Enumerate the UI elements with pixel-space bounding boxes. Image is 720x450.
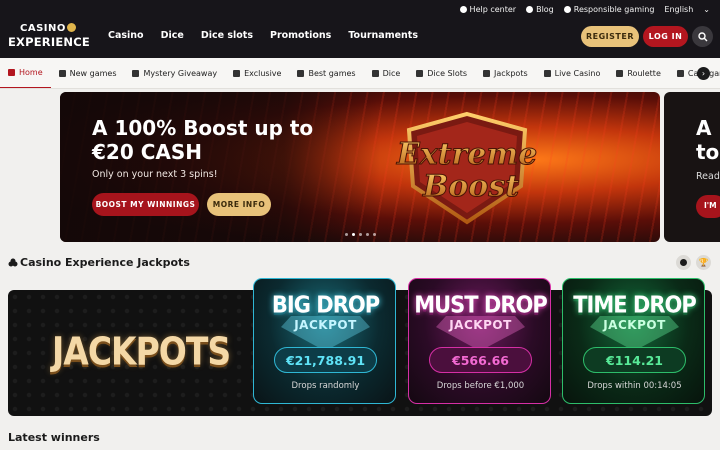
cat-dice-slots[interactable]: Dice Slots [408, 58, 475, 88]
cat-roulette[interactable]: Roulette [608, 58, 669, 88]
nav-dice[interactable]: Dice [161, 30, 184, 41]
login-button[interactable]: LOG IN [643, 26, 688, 47]
help-icon [459, 5, 467, 13]
chevron-right-icon: › [701, 69, 706, 78]
logo-line2: EXPERIENCE [8, 35, 90, 49]
dice-slot-icon [416, 69, 424, 77]
register-button[interactable]: REGISTER [581, 26, 639, 47]
chevron-down-icon: ⌄ [703, 4, 710, 14]
new-icon [58, 69, 66, 77]
nav-promotions[interactable]: Promotions [270, 30, 331, 41]
coin-icon [680, 259, 687, 266]
trophy-icon: 🏆 [698, 257, 709, 267]
utility-bar: Help center Blog Responsible gaming Engl… [459, 2, 720, 16]
carousel-dot[interactable] [366, 233, 369, 236]
next-promo-banner[interactable]: A to Read I'M [664, 92, 720, 242]
cat-dice[interactable]: Dice [364, 58, 409, 88]
top-header: CASINO EXPERIENCE Help center Blog Respo… [0, 0, 720, 58]
next-promo-title: A to [696, 116, 720, 164]
jackpot-card-must-drop[interactable]: MUST DROP JACKPOT €566.66 Drops before €… [408, 278, 551, 404]
logo-line1: CASINO [20, 23, 66, 34]
cat-best-games[interactable]: Best games [289, 58, 363, 88]
cat-mystery-giveaway[interactable]: Mystery Giveaway [124, 58, 225, 88]
cat-exclusive[interactable]: Exclusive [225, 58, 289, 88]
jackpot-amount: €21,788.91 [274, 347, 377, 373]
next-promo-subtitle: Read [696, 171, 720, 182]
jackpots-heading: Casino Experience Jackpots [8, 256, 190, 269]
cat-new-games[interactable]: New games [51, 58, 125, 88]
badge-line1: Extreme [396, 137, 537, 172]
promo-subtitle: Only on your next 3 spins! [92, 169, 218, 180]
jackpot-trophy-button[interactable]: 🏆 [696, 255, 711, 270]
more-info-button[interactable]: MORE INFO [207, 193, 271, 216]
blog-link[interactable]: Blog [526, 5, 554, 14]
person-icon [543, 69, 551, 77]
jackpot-amount: €566.66 [429, 347, 532, 373]
carousel-dot[interactable] [359, 233, 362, 236]
coin-icon [66, 23, 76, 32]
jackpot-description: Drops before €1,000 [436, 381, 525, 391]
carousel-dot[interactable] [345, 233, 348, 236]
jackpot-description: Drops randomly [291, 381, 360, 391]
jackpot-card-big-drop[interactable]: BIG DROP JACKPOT €21,788.91 Drops random… [253, 278, 396, 404]
boost-winnings-button[interactable]: BOOST MY WINNINGS [92, 193, 199, 216]
nav-casino[interactable]: Casino [108, 30, 144, 41]
home-icon [8, 68, 15, 76]
dice-icon [371, 69, 379, 77]
cat-live-casino[interactable]: Live Casino [536, 58, 609, 88]
category-nav: Home New games Mystery Giveaway Exclusiv… [0, 58, 720, 89]
extreme-boost-badge: Extreme Boost [395, 111, 538, 225]
nav-tournaments[interactable]: Tournaments [348, 30, 418, 41]
main-nav: Casino Dice Dice slots Promotions Tourna… [108, 30, 435, 41]
carousel-dot[interactable] [373, 233, 376, 236]
badge-line2: Boost [422, 169, 519, 204]
star-icon [233, 69, 241, 77]
search-icon [697, 31, 707, 41]
cat-card-games[interactable]: Card games [669, 58, 720, 88]
jackpot-description: Drops within 00:14:05 [587, 381, 682, 391]
jackpot-icon [8, 258, 18, 266]
latest-winners-heading: Latest winners [8, 431, 100, 444]
gift-icon [132, 69, 140, 77]
flame-icon [297, 69, 305, 77]
next-promo-button[interactable]: I'M [696, 195, 720, 218]
language-select[interactable]: English ⌄ [664, 5, 710, 14]
carousel-dots [343, 233, 378, 236]
cat-jackpots[interactable]: Jackpots [475, 58, 536, 88]
cat-home[interactable]: Home [0, 58, 51, 88]
jackpot-info-button[interactable] [676, 255, 691, 270]
category-next-arrow[interactable]: › [697, 67, 710, 80]
site-logo[interactable]: CASINO EXPERIENCE [8, 23, 90, 51]
jackpots-banner-text: JACKPOTS [52, 329, 231, 374]
jackpot-card-time-drop[interactable]: TIME DROP JACKPOT €114.21 Drops within 0… [562, 278, 705, 404]
search-button[interactable] [692, 26, 713, 47]
cards-icon [676, 69, 684, 77]
carousel-dot[interactable] [352, 233, 355, 236]
jackpot-amount: €114.21 [583, 347, 686, 373]
promo-banner[interactable]: A 100% Boost up to €20 CASH Only on your… [60, 92, 660, 242]
responsible-gaming-link[interactable]: Responsible gaming [563, 5, 654, 14]
jackpot-icon [483, 69, 491, 77]
shield-icon [563, 5, 571, 13]
roulette-icon [616, 69, 624, 77]
nav-dice-slots[interactable]: Dice slots [201, 30, 253, 41]
blog-icon [526, 5, 534, 13]
help-center-link[interactable]: Help center [459, 5, 516, 14]
promo-title: A 100% Boost up to €20 CASH [92, 116, 314, 164]
